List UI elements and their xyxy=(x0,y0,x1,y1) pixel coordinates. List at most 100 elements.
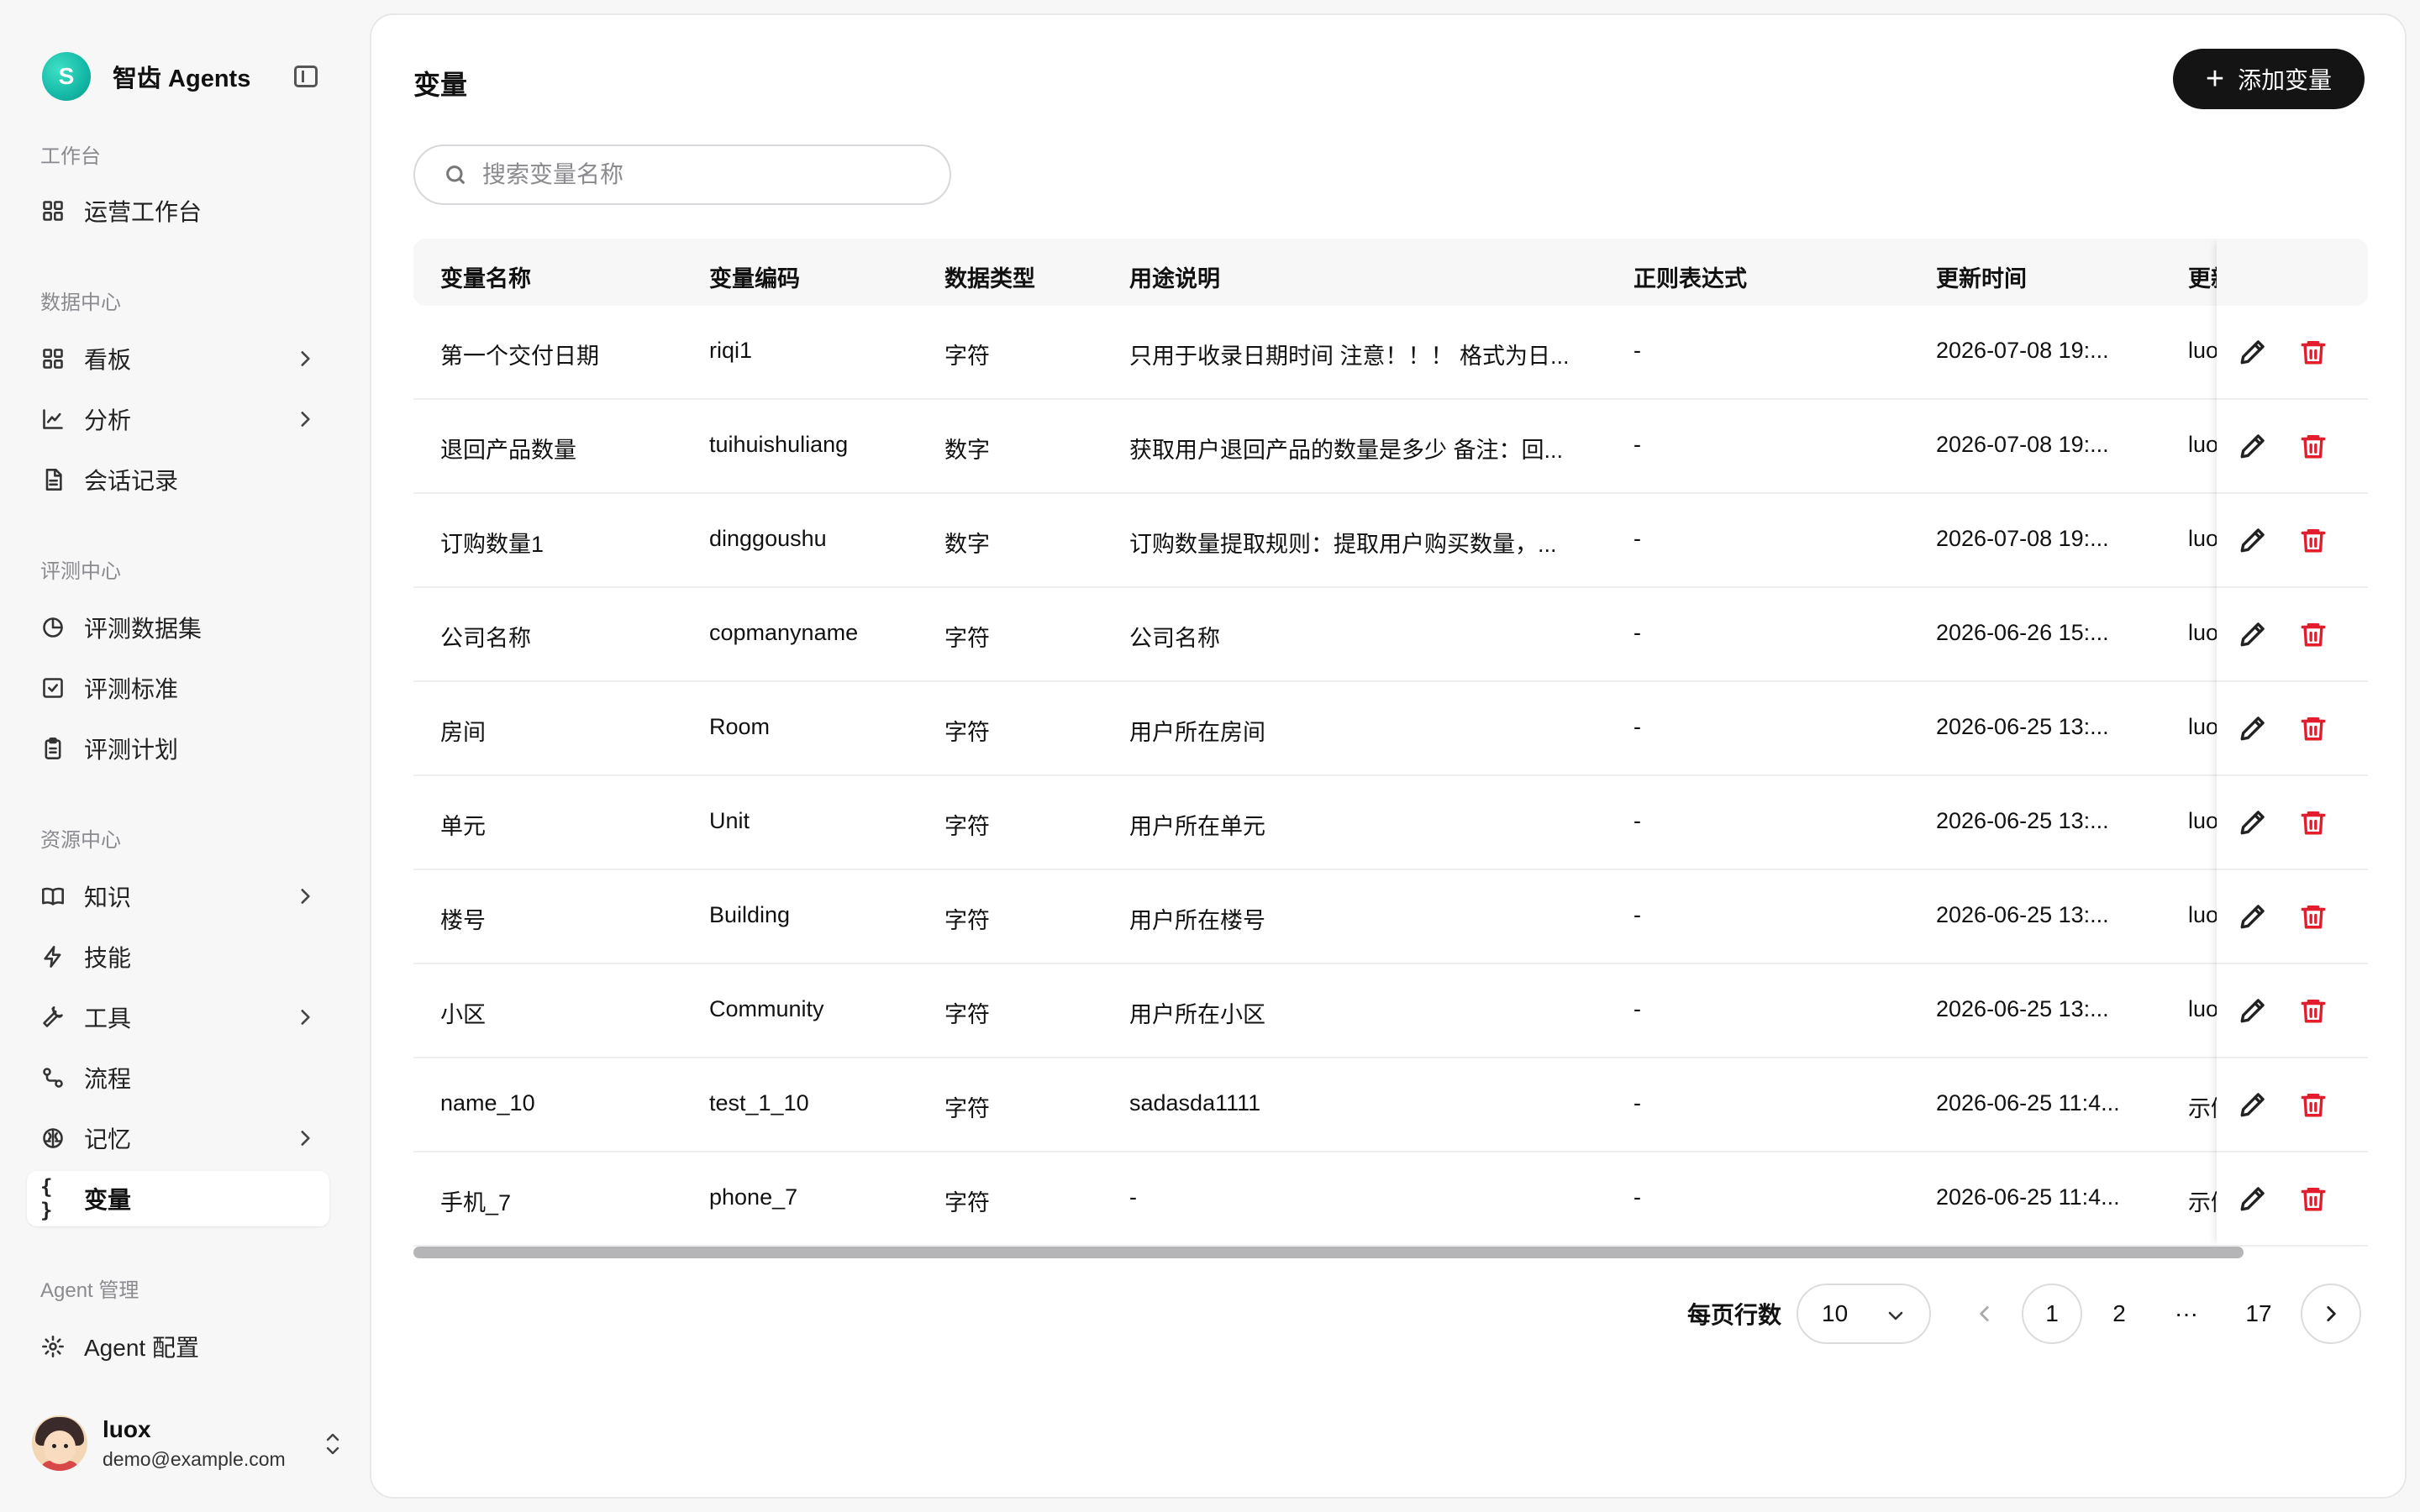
section-label-resource-center: 资源中心 xyxy=(40,829,121,852)
table-row[interactable]: 小区 Community 字符 用户所在小区 -2026-06-25 13:... luo… xyxy=(413,964,2368,1058)
column-header-code[interactable]: 变量编码 xyxy=(709,260,800,293)
column-header-name[interactable]: 变量名称 xyxy=(440,260,531,293)
edit-icon[interactable] xyxy=(2238,808,2269,838)
gear-icon xyxy=(40,1334,66,1359)
table-row[interactable]: 单元 Unit 字符 用户所在单元 -2026-06-25 13:... luox xyxy=(413,776,2368,870)
edit-icon[interactable] xyxy=(2238,996,2269,1026)
edit-icon[interactable] xyxy=(2238,714,2269,744)
table-cell: name_10 xyxy=(440,1090,535,1116)
rows-per-page-select[interactable]: 10 xyxy=(1797,1284,1931,1344)
trash-icon[interactable] xyxy=(2299,996,2329,1026)
trash-icon[interactable] xyxy=(2299,714,2329,744)
column-header-updated-at[interactable]: 更新时间 xyxy=(1936,260,2027,293)
table-cell: 字符 xyxy=(944,720,990,745)
edit-icon[interactable] xyxy=(2238,1090,2269,1121)
user-menu[interactable]: luox demo@example.com xyxy=(32,1411,343,1475)
document-icon xyxy=(40,467,66,492)
chevron-down-icon xyxy=(1888,1311,1903,1320)
sidebar-item-eval-criteria[interactable]: 评测标准 xyxy=(27,660,329,716)
table-row[interactable]: 公司名称 copmanyname 字符 公司名称 -2026-06-26 15:... l… xyxy=(413,588,2368,682)
table-cell: 2026-06-26 15:... xyxy=(1936,620,2109,645)
sidebar-item-variables[interactable]: { } 变量 xyxy=(27,1171,329,1226)
sidebar-item-label: Agent 配置 xyxy=(84,1335,199,1361)
table-row[interactable]: 退回产品数量 tuihuishuliang 数字 获取用户退回产品的数量是多少 备注：… xyxy=(413,400,2368,494)
clipboard-icon xyxy=(40,736,66,761)
edit-icon[interactable] xyxy=(2238,1184,2269,1215)
brand[interactable]: S 智齿 Agents xyxy=(42,52,328,101)
edit-icon[interactable] xyxy=(2238,338,2269,368)
sidebar-item-eval-plan[interactable]: 评测计划 xyxy=(27,721,329,776)
table-cell: 订购数量提取规则：提取用户购买数量，... xyxy=(1129,532,1557,557)
row-actions xyxy=(2217,494,2368,588)
table-row[interactable]: 楼号 Building 字符 用户所在楼号 -2026-06-25 13:... luox xyxy=(413,870,2368,964)
search-input[interactable] xyxy=(482,161,936,188)
table-cell: 2026-07-08 19:... xyxy=(1936,338,2109,363)
actions-header xyxy=(2217,239,2368,306)
sidebar-item-dashboard[interactable]: 看板 xyxy=(27,331,329,386)
sidebar-item-label: 变量 xyxy=(84,1187,132,1213)
column-header-regex[interactable]: 正则表达式 xyxy=(1634,260,1747,293)
sidebar: S 智齿 Agents 工作台 运营工作台 数据中心 看板 分析 会话记录 评测… xyxy=(0,0,370,1512)
page-button-1[interactable]: 1 xyxy=(2022,1284,2082,1344)
table-row[interactable]: 手机_7 phone_7 字符 - -2026-06-25 11:4... 示例 xyxy=(413,1152,2368,1247)
table-cell: - xyxy=(1634,1184,1641,1210)
horizontal-scrollbar[interactable] xyxy=(413,1247,2244,1258)
edit-icon[interactable] xyxy=(2238,620,2269,650)
sidebar-item-ops-workbench[interactable]: 运营工作台 xyxy=(27,183,329,239)
sidebar-toggle-icon[interactable] xyxy=(294,66,318,87)
trash-icon[interactable] xyxy=(2299,1090,2329,1121)
trash-icon[interactable] xyxy=(2299,1184,2329,1215)
next-page-button[interactable] xyxy=(2301,1284,2361,1344)
column-header-description[interactable]: 用途说明 xyxy=(1129,260,1220,293)
page-ellipsis[interactable]: ··· xyxy=(2156,1284,2217,1344)
table-cell: 2026-06-25 11:4... xyxy=(1936,1090,2120,1116)
trash-icon[interactable] xyxy=(2299,808,2329,838)
table-cell: 退回产品数量 xyxy=(440,438,576,463)
table-cell: 订购数量1 xyxy=(440,532,544,557)
sidebar-item-workflow[interactable]: 流程 xyxy=(27,1050,329,1105)
table-cell: tuihuishuliang xyxy=(709,432,849,457)
sidebar-item-eval-dataset[interactable]: 评测数据集 xyxy=(27,600,329,655)
table-row[interactable]: name_10 test_1_10 字符 sadasda1111 - 2026-06-25… xyxy=(413,1058,2368,1152)
user-email: demo@example.com xyxy=(103,1447,286,1470)
search-box[interactable] xyxy=(413,144,951,205)
sidebar-item-agent-config[interactable]: Agent 配置 xyxy=(27,1319,329,1374)
table-row[interactable]: 订购数量1 dinggoushu 数字 订购数量提取规则：提取用户购买数量，... - 2… xyxy=(413,494,2368,588)
trash-icon[interactable] xyxy=(2299,902,2329,932)
trash-icon[interactable] xyxy=(2299,432,2329,462)
table-row[interactable]: 房间 Room 字符 用户所在房间 -2026-06-25 13:... luox xyxy=(413,682,2368,776)
sidebar-item-knowledge[interactable]: 知识 xyxy=(27,869,329,924)
table-cell: - xyxy=(1634,996,1641,1021)
table-cell: riqi1 xyxy=(709,338,753,363)
prev-page-button[interactable] xyxy=(1954,1284,2015,1344)
table-cell: 获取用户退回产品的数量是多少 备注：回... xyxy=(1129,438,1564,463)
sidebar-item-memory[interactable]: 记忆 xyxy=(27,1110,329,1166)
table-row[interactable]: 第一个交付日期 riqi1 字符 只用于收录日期时间 注意！！！ 格式为日... - 20… xyxy=(413,306,2368,400)
chevron-right-icon xyxy=(294,348,316,370)
sidebar-item-label: 记忆 xyxy=(84,1126,132,1152)
avatar xyxy=(32,1415,87,1471)
add-variable-label: 添加变量 xyxy=(2238,67,2333,93)
page-button-17[interactable]: 17 xyxy=(2228,1284,2289,1344)
sidebar-item-label: 评测数据集 xyxy=(84,616,203,642)
table-cell: Unit xyxy=(709,808,750,833)
page-button-2[interactable]: 2 xyxy=(2089,1284,2149,1344)
trash-icon[interactable] xyxy=(2299,338,2329,368)
edit-icon[interactable] xyxy=(2238,526,2269,556)
trash-icon[interactable] xyxy=(2299,526,2329,556)
edit-icon[interactable] xyxy=(2238,902,2269,932)
sidebar-item-skills[interactable]: 技能 xyxy=(27,929,329,984)
column-header-type[interactable]: 数据类型 xyxy=(944,260,1035,293)
search-icon xyxy=(446,165,465,184)
sidebar-item-analysis[interactable]: 分析 xyxy=(27,391,329,447)
chevrons-up-down-icon[interactable] xyxy=(323,1430,343,1458)
sidebar-item-conversations[interactable]: 会话记录 xyxy=(27,452,329,507)
sidebar-item-tools[interactable]: 工具 xyxy=(27,990,329,1045)
table-cell: 字符 xyxy=(944,626,990,651)
table-cell: 只用于收录日期时间 注意！！！ 格式为日... xyxy=(1129,344,1570,369)
sidebar-item-label: 看板 xyxy=(84,347,132,373)
add-variable-button[interactable]: + 添加变量 xyxy=(2173,49,2365,109)
edit-icon[interactable] xyxy=(2238,432,2269,462)
trash-icon[interactable] xyxy=(2299,620,2329,650)
table-cell: 小区 xyxy=(440,1002,486,1027)
